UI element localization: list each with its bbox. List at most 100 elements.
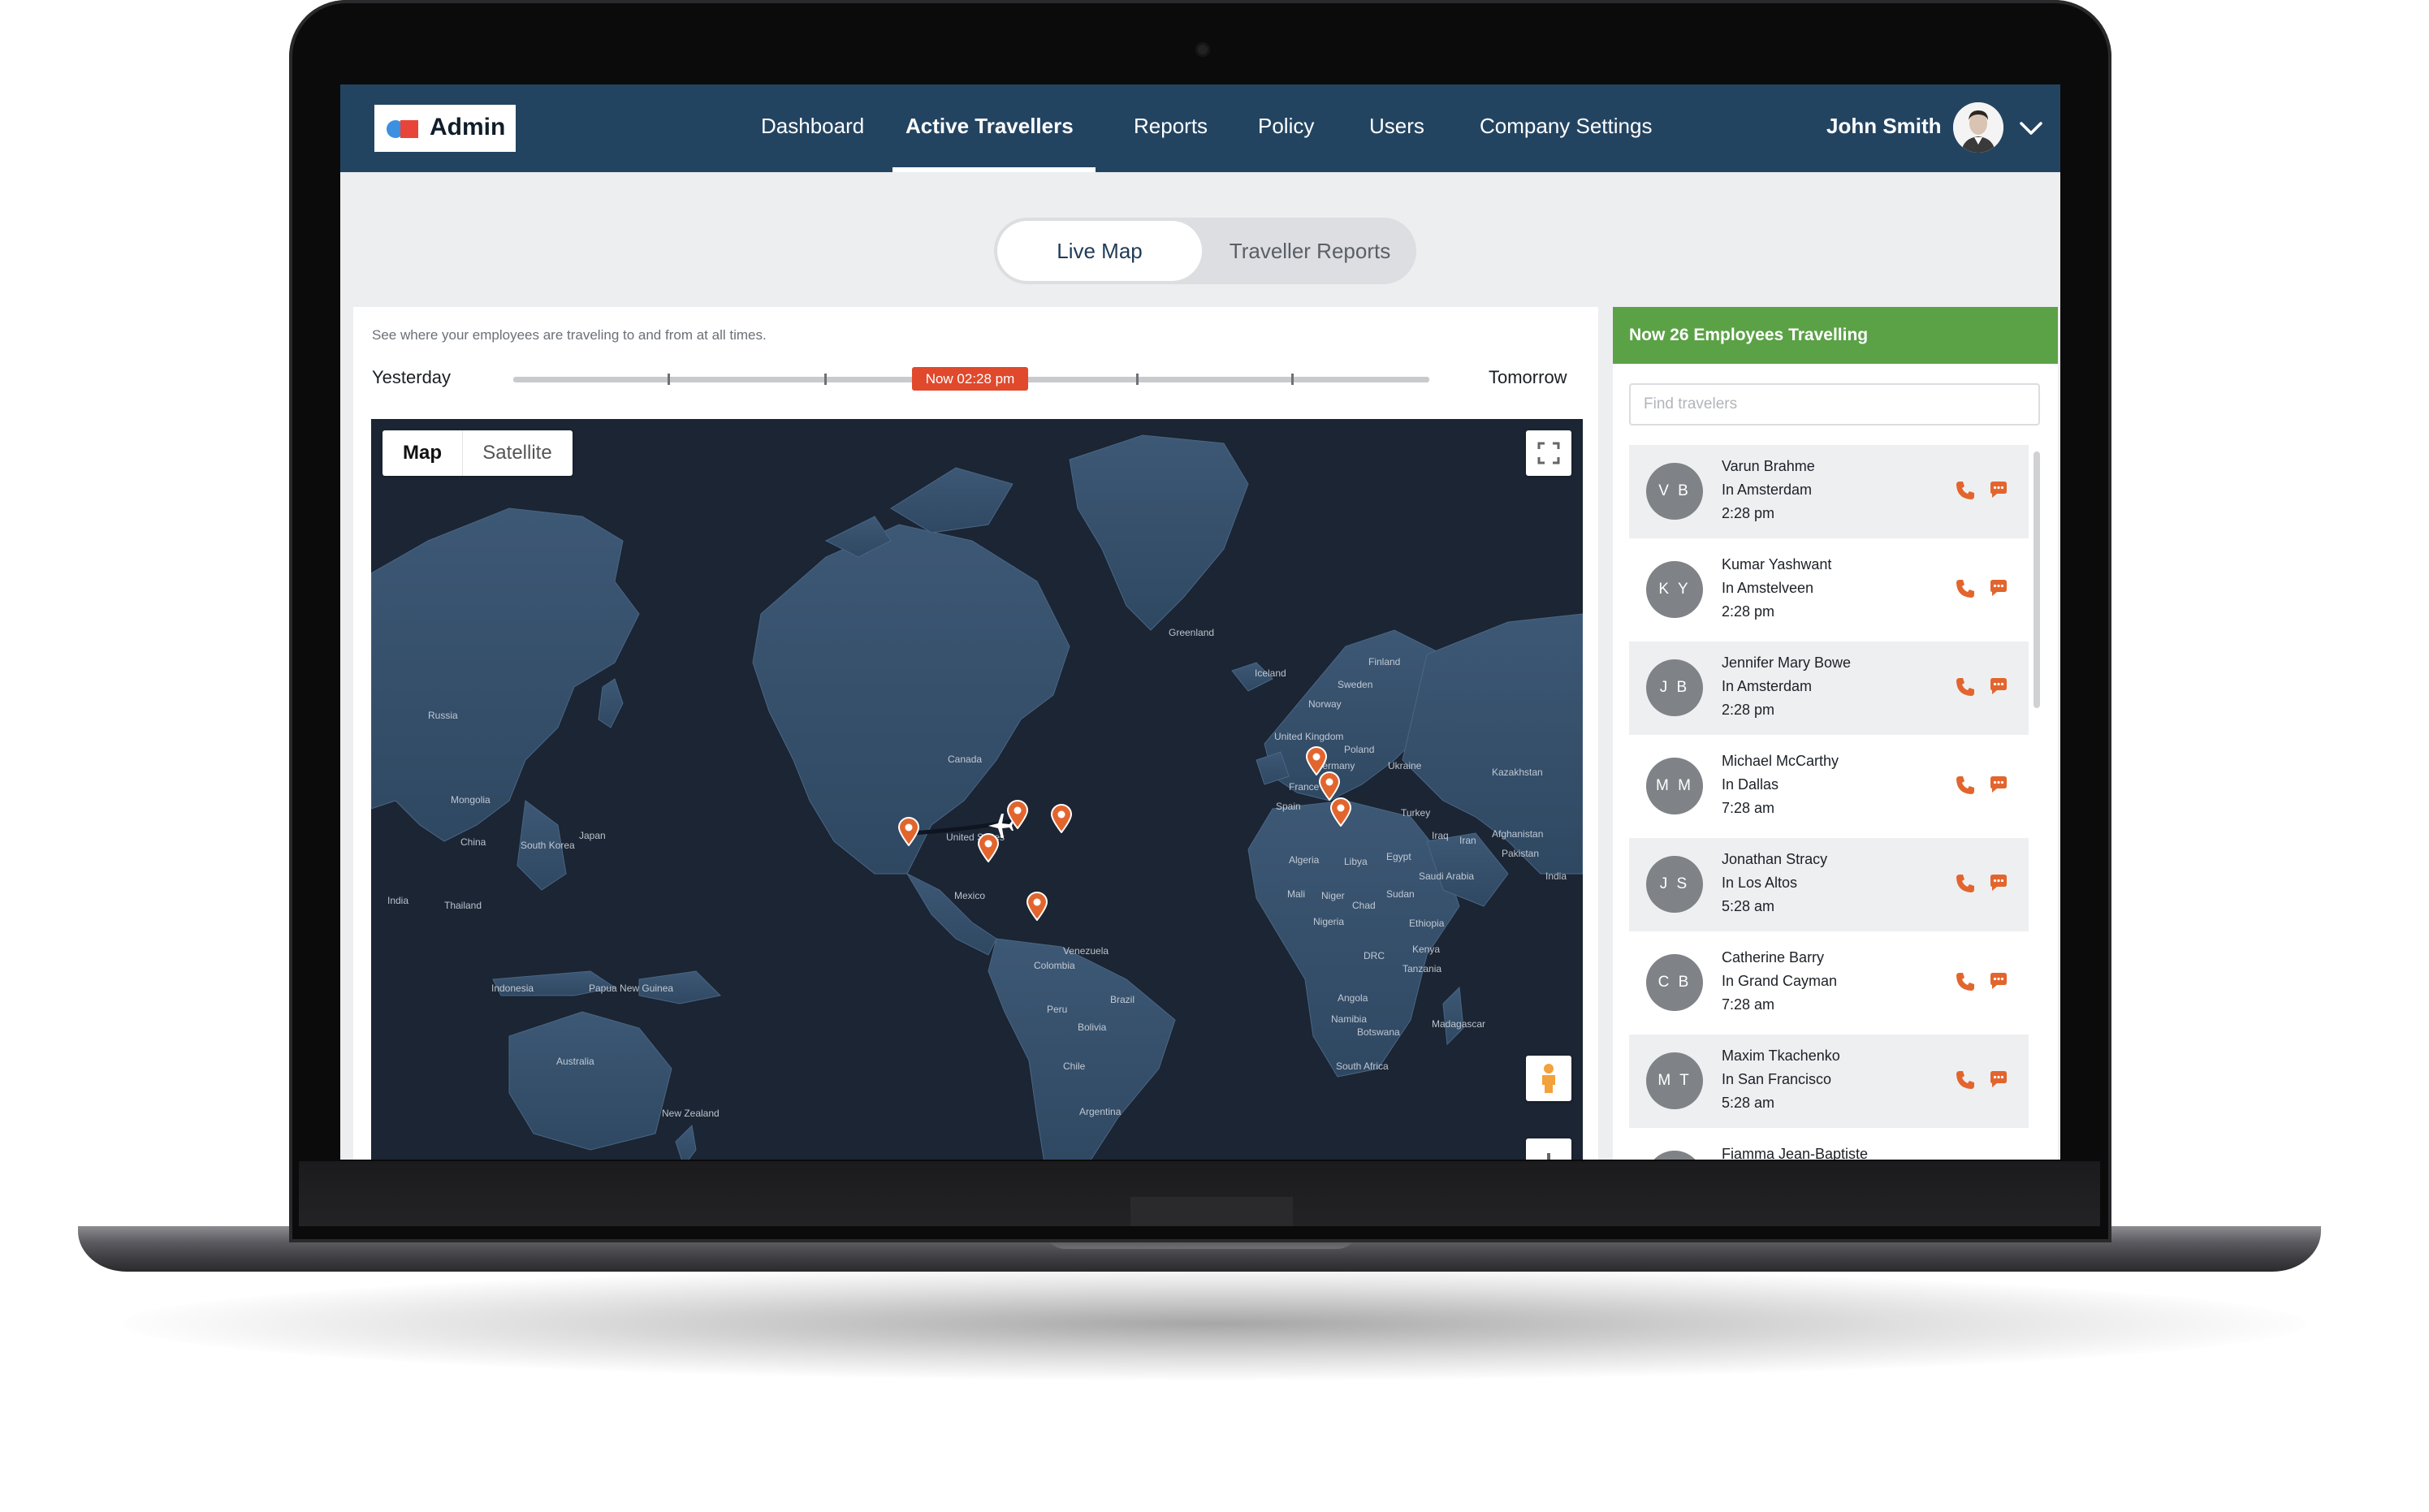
map-label: Bolivia bbox=[1078, 1022, 1107, 1033]
traveller-local-time: 7:28 am bbox=[1722, 800, 1775, 816]
nav-reports[interactable]: Reports bbox=[1134, 114, 1208, 139]
map-label: Colombia bbox=[1034, 960, 1075, 971]
phone-icon[interactable] bbox=[1954, 479, 1977, 502]
camera-icon bbox=[1195, 42, 1210, 57]
traveller-row[interactable]: C B Catherine Barry In Grand Cayman 7:28 am bbox=[1629, 936, 2029, 1030]
map-label: Peru bbox=[1047, 1004, 1068, 1015]
map-label: Indonesia bbox=[491, 983, 534, 994]
user-name[interactable]: John Smith bbox=[1826, 114, 1942, 139]
traveller-row[interactable]: M T Maxim Tkachenko In San Francisco 5:28 a… bbox=[1629, 1035, 2029, 1128]
location-pin-icon[interactable] bbox=[1050, 804, 1073, 833]
map-label: Angola bbox=[1338, 992, 1368, 1004]
world-map[interactable]: Greenland Iceland Finland Sweden Norway … bbox=[371, 419, 1583, 1160]
map-label: India bbox=[387, 895, 409, 906]
street-view-button[interactable] bbox=[1526, 1056, 1571, 1101]
traveller-initials-avatar: C B bbox=[1646, 954, 1703, 1011]
location-pin-icon[interactable] bbox=[1318, 771, 1341, 801]
traveller-initials-avatar: J S bbox=[1646, 856, 1703, 913]
location-pin-icon[interactable] bbox=[897, 817, 920, 846]
traveller-location: In Grand Cayman bbox=[1722, 973, 1838, 989]
traveller-row[interactable]: J S Jonathan Stracy In Los Altos 5:28 am bbox=[1629, 838, 2029, 931]
map-label: Iran bbox=[1459, 835, 1476, 846]
phone-icon[interactable] bbox=[1954, 1069, 1977, 1091]
phone-icon[interactable] bbox=[1954, 577, 1977, 600]
chat-icon[interactable] bbox=[1987, 479, 2010, 502]
nav-company-settings[interactable]: Company Settings bbox=[1480, 114, 1652, 139]
map-label: Ethiopia bbox=[1409, 918, 1445, 929]
chat-icon[interactable] bbox=[1987, 1069, 2010, 1091]
timeline-tick bbox=[1136, 374, 1139, 385]
top-navigation-bar: Admin Dashboard Active Travellers Report… bbox=[340, 84, 2060, 172]
map-label: Botswana bbox=[1357, 1026, 1400, 1038]
admin-logo[interactable]: Admin bbox=[374, 105, 516, 152]
chat-icon[interactable] bbox=[1987, 676, 2010, 698]
map-label: Venezuela bbox=[1063, 945, 1109, 957]
logo-text: Admin bbox=[430, 114, 506, 140]
map-label: Thailand bbox=[444, 900, 482, 911]
traveller-initials-avatar: F J bbox=[1646, 1151, 1703, 1160]
map-label: Mali bbox=[1287, 888, 1306, 900]
map-label: Norway bbox=[1308, 698, 1342, 710]
airplane-icon[interactable] bbox=[985, 810, 1016, 841]
phone-icon[interactable] bbox=[1954, 774, 1977, 797]
traveller-row[interactable]: F JFiamma Jean-BaptisteIn San Francisco bbox=[1629, 1133, 2029, 1160]
traveller-local-time: 2:28 pm bbox=[1722, 603, 1775, 620]
tab-traveller-reports[interactable]: Traveller Reports bbox=[1207, 221, 1413, 281]
traveller-name: Varun Brahme bbox=[1722, 458, 1815, 474]
chat-icon[interactable] bbox=[1987, 774, 2010, 797]
map-label: Madagascar bbox=[1432, 1018, 1486, 1030]
map-label: Egypt bbox=[1386, 851, 1411, 862]
nav-users[interactable]: Users bbox=[1369, 114, 1424, 139]
timeline-tick bbox=[668, 374, 670, 385]
map-label: France bbox=[1289, 781, 1320, 793]
map-label: Sudan bbox=[1386, 888, 1415, 900]
traveller-row[interactable]: J B Jennifer Mary Bowe In Amsterdam 2:28 pm bbox=[1629, 642, 2029, 735]
chat-icon[interactable] bbox=[1987, 577, 2010, 600]
nav-active-travellers[interactable]: Active Travellers bbox=[905, 114, 1074, 139]
zoom-in-button[interactable] bbox=[1526, 1138, 1571, 1160]
traveller-name: Jonathan Stracy bbox=[1722, 851, 1828, 867]
chat-icon[interactable] bbox=[1987, 872, 2010, 895]
map-label: Japan bbox=[579, 830, 606, 841]
traveller-initials-avatar: J B bbox=[1646, 659, 1703, 716]
fullscreen-icon bbox=[1537, 442, 1560, 464]
timeline-now-handle[interactable]: Now 02:28 pm bbox=[912, 367, 1028, 391]
user-avatar[interactable] bbox=[1953, 102, 2003, 153]
traveller-local-time: 5:28 am bbox=[1722, 1095, 1775, 1111]
map-label: South Korea bbox=[521, 840, 575, 851]
map-label: Namibia bbox=[1331, 1013, 1368, 1025]
map-label: Niger bbox=[1321, 890, 1345, 901]
view-tabs: Live Map Traveller Reports bbox=[994, 218, 1416, 284]
nav-dashboard[interactable]: Dashboard bbox=[761, 114, 864, 139]
phone-icon[interactable] bbox=[1954, 676, 1977, 698]
map-label: Papua New Guinea bbox=[589, 983, 674, 994]
map-label: Ukraine bbox=[1388, 760, 1422, 771]
map-type-map-button[interactable]: Map bbox=[383, 430, 463, 476]
pegman-icon bbox=[1542, 1064, 1555, 1093]
travellers-list-scrollbar[interactable] bbox=[2034, 451, 2040, 708]
chevron-down-icon[interactable] bbox=[2016, 114, 2046, 143]
phone-icon[interactable] bbox=[1954, 872, 1977, 895]
tab-live-map[interactable]: Live Map bbox=[997, 221, 1202, 281]
location-pin-icon[interactable] bbox=[1026, 892, 1048, 921]
world-map-landmass bbox=[371, 434, 1583, 1160]
map-label: United Kingdom bbox=[1274, 731, 1344, 742]
live-map-card: See where your employees are traveling t… bbox=[353, 307, 1598, 1160]
phone-icon[interactable] bbox=[1954, 970, 1977, 993]
map-type-satellite-button[interactable]: Satellite bbox=[462, 430, 573, 476]
traveller-row[interactable]: K Y Kumar Yashwant In Amstelveen 2:28 pm bbox=[1629, 543, 2029, 637]
traveller-name: Catherine Barry bbox=[1722, 949, 1825, 966]
nav-policy[interactable]: Policy bbox=[1258, 114, 1314, 139]
fullscreen-button[interactable] bbox=[1526, 430, 1571, 476]
traveller-row[interactable]: M M Michael McCarthy In Dallas 7:28 am bbox=[1629, 740, 2029, 833]
map-label: Iraq bbox=[1432, 830, 1449, 841]
traveller-initials-avatar: M T bbox=[1646, 1052, 1703, 1109]
location-pin-icon[interactable] bbox=[1329, 797, 1352, 827]
map-label: Sweden bbox=[1338, 679, 1373, 690]
chat-icon[interactable] bbox=[1987, 970, 2010, 993]
map-label: Saudi Arabia bbox=[1419, 870, 1475, 882]
find-travelers-input[interactable] bbox=[1629, 383, 2040, 426]
traveller-local-time: 5:28 am bbox=[1722, 898, 1775, 914]
traveller-row[interactable]: V B Varun Brahme In Amsterdam 2:28 pm bbox=[1629, 445, 2029, 538]
map-label: Poland bbox=[1344, 744, 1375, 755]
